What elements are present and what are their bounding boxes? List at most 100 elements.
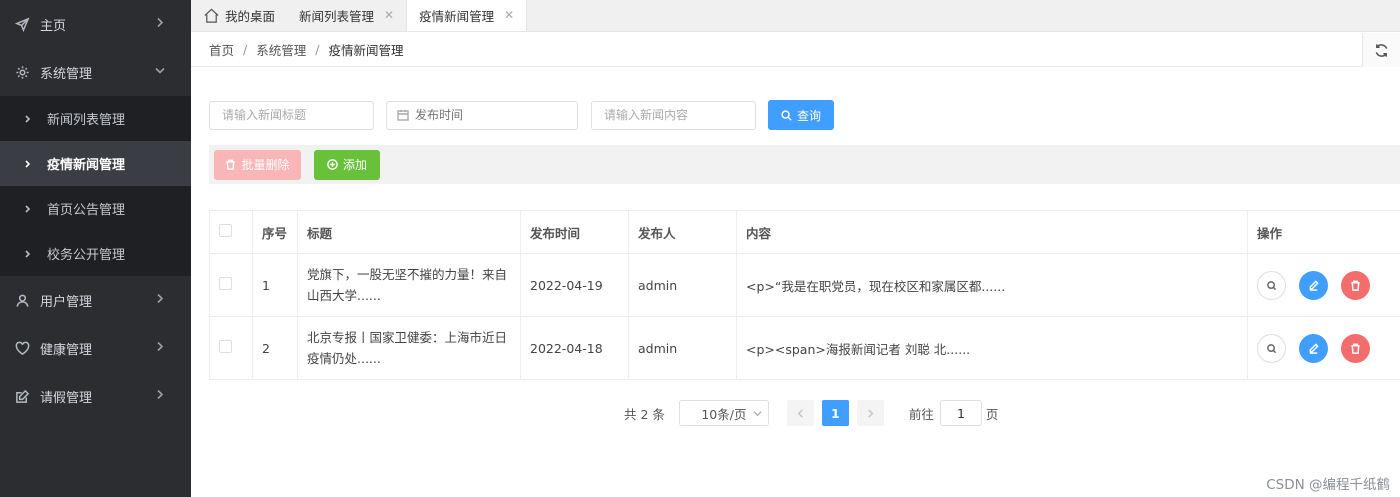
breadcrumb: 首页 / 系统管理 / 疫情新闻管理 [191,32,1400,67]
row-author: admin [628,253,737,317]
column-header: 内容 [736,210,1248,254]
column-header: 序号 [252,210,298,254]
date-picker[interactable] [386,100,578,130]
trash-icon [226,159,236,170]
sidebar-item-users[interactable]: 用户管理 [0,276,191,324]
row-content: <p><span>海报新闻记者 刘聪 北...... [736,316,1248,380]
page-size-select[interactable]: 10条/页 [678,400,769,426]
page-number-current[interactable]: 1 [821,400,849,426]
sidebar-item-leave[interactable]: 请假管理 [0,372,191,420]
breadcrumb-separator: / [315,41,320,57]
news-table: 序号 标题 发布时间 发布人 内容 操作 1 党旗下，一股无坚不摧的力量！来自山… [209,210,1400,380]
chevron-right-icon [155,389,165,404]
prev-page-button[interactable] [786,400,814,426]
tab-my-desktop[interactable]: 我的桌面 [191,0,287,31]
goto-page-input[interactable] [939,400,982,426]
table-row: 2 北京专报丨国家卫健委：上海市近日疫情仍处...... 2022-04-18 … [209,316,1400,380]
row-checkbox[interactable] [219,340,232,353]
column-header: 发布时间 [520,210,629,254]
sidebar-item-label: 请假管理 [40,390,93,406]
sidebar-item-label: 健康管理 [40,342,93,358]
chevron-right-icon [24,159,34,168]
search-icon [1267,343,1277,353]
app-root: 主页 系统管理 新闻列表管理 疫情新闻管理 首页公告管理 校务公开管理 用户管理… [0,0,1400,497]
chevron-right-icon [24,114,34,123]
sidebar-subitem-label: 新闻列表管理 [47,113,126,128]
sidebar-item-label: 系统管理 [40,66,93,82]
column-header: 操作 [1247,210,1400,254]
edit-icon [14,388,30,404]
chevron-right-icon [868,408,874,418]
delete-button[interactable] [1340,333,1370,363]
row-date: 2022-04-18 [520,316,629,380]
row-select-cell [209,253,253,317]
breadcrumb-current: 疫情新闻管理 [328,42,404,58]
edit-button[interactable] [1298,270,1328,300]
breadcrumb-home[interactable]: 首页 [209,40,234,59]
plus-circle-icon [327,159,338,170]
close-icon[interactable]: ✕ [384,8,394,22]
add-button[interactable]: 添加 [314,149,380,180]
sidebar-subitem-school-affairs[interactable]: 校务公开管理 [0,231,191,276]
sidebar-subitem-news-list[interactable]: 新闻列表管理 [0,96,191,141]
goto-page: 前往 页 [908,400,998,426]
home-icon [204,8,219,23]
sidebar-item-label: 主页 [40,18,67,34]
sidebar-item-health[interactable]: 健康管理 [0,324,191,372]
sidebar-subitem-label: 首页公告管理 [47,203,126,218]
refresh-button[interactable] [1362,33,1400,67]
select-all-checkbox[interactable] [219,224,232,237]
sidebar-subitem-label: 校务公开管理 [47,248,126,263]
column-header: 标题 [297,210,521,254]
sidebar-item-home[interactable]: 主页 [0,0,191,48]
sidebar: 主页 系统管理 新闻列表管理 疫情新闻管理 首页公告管理 校务公开管理 用户管理… [0,0,191,497]
view-button[interactable] [1257,270,1286,300]
row-select-cell [209,316,253,380]
calendar-icon [397,110,409,121]
watermark: CSDN @编程千纸鹤 [1266,477,1390,493]
sidebar-item-system[interactable]: 系统管理 [0,48,191,96]
title-search-input[interactable] [209,100,374,130]
heart-icon [14,340,30,356]
breadcrumb-system[interactable]: 系统管理 [256,40,306,59]
trash-icon [1351,280,1360,291]
gear-icon [14,64,30,80]
table-header-row: 序号 标题 发布时间 发布人 内容 操作 [209,210,1400,254]
pagination: 共 2 条 10条/页 1 前往 页 [624,400,998,426]
send-icon [14,16,30,32]
content-search-input[interactable] [591,100,756,130]
action-bar: 批量删除 添加 [209,145,1400,184]
sidebar-subitem-epidemic-news[interactable]: 疫情新闻管理 [0,141,191,186]
chevron-right-icon [155,17,165,32]
trash-icon [1351,343,1360,354]
table-row: 1 党旗下，一股无坚不摧的力量！来自山西大学...... 2022-04-19 … [209,253,1400,317]
row-title: 北京专报丨国家卫健委：上海市近日疫情仍处...... [297,316,521,380]
sidebar-subitem-home-notice[interactable]: 首页公告管理 [0,186,191,231]
tab-news-list[interactable]: 新闻列表管理 ✕ [287,0,406,31]
chevron-down-icon [753,410,762,416]
goto-prefix: 前往 [908,406,934,422]
column-header: 发布人 [628,210,737,254]
edit-button[interactable] [1298,333,1328,363]
page-size-value: 10条/页 [701,406,747,422]
batch-delete-label: 批量删除 [241,158,290,172]
chevron-down-icon [155,65,165,80]
row-actions [1247,316,1400,380]
next-page-button[interactable] [856,400,884,426]
tab-label: 新闻列表管理 [299,8,375,24]
delete-button[interactable] [1340,270,1370,300]
row-title: 党旗下，一股无坚不摧的力量！来自山西大学...... [297,253,521,317]
row-date: 2022-04-19 [520,253,629,317]
tab-epidemic-news[interactable]: 疫情新闻管理 ✕ [406,0,528,31]
query-button[interactable]: 查询 [768,100,834,130]
batch-delete-button[interactable]: 批量删除 [214,149,301,180]
view-button[interactable] [1257,333,1286,363]
pagination-total: 共 2 条 [624,406,665,422]
chevron-right-icon [24,249,34,258]
row-checkbox[interactable] [219,277,232,290]
date-input[interactable] [415,108,565,122]
add-label: 添加 [342,158,367,172]
refresh-icon [1375,43,1388,57]
close-icon[interactable]: ✕ [504,8,514,22]
select-all-cell [209,210,253,254]
